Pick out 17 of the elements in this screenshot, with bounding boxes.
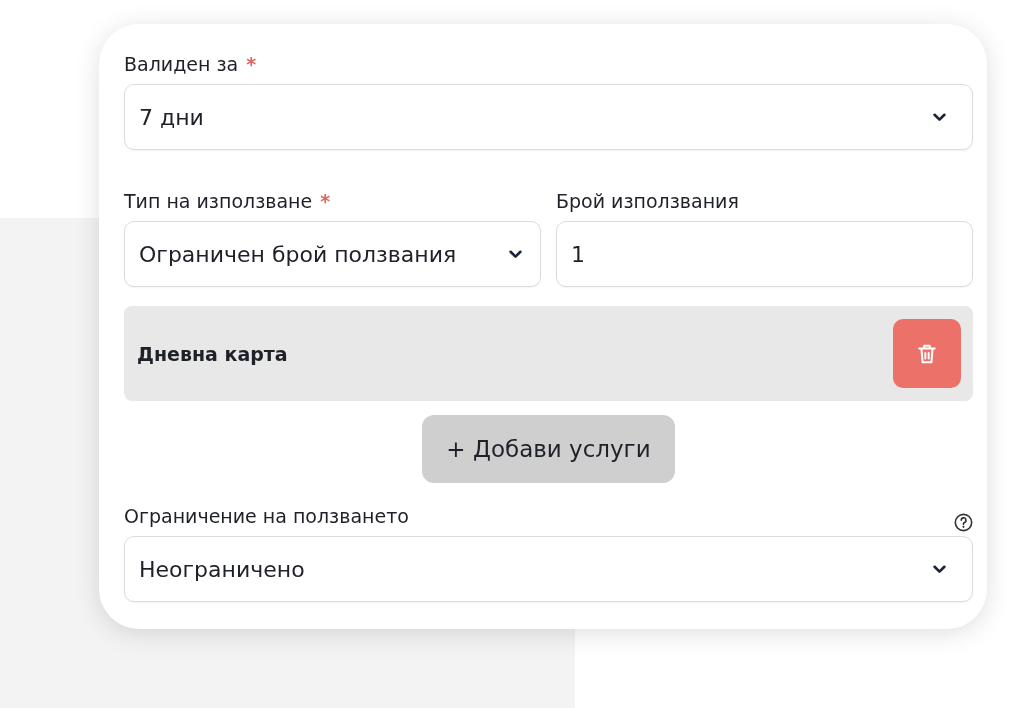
required-mark: * <box>320 189 331 213</box>
chevron-down-icon <box>933 112 946 122</box>
field-label: Тип на използване <box>124 189 313 213</box>
number-input[interactable]: 1 <box>556 221 973 287</box>
service-name: Дневна карта <box>137 342 288 365</box>
field-label: Брой използвания <box>556 189 739 213</box>
select-field[interactable]: Ограничен брой ползвания <box>124 221 541 287</box>
help-icon[interactable] <box>954 513 973 532</box>
field-label: Валиден за <box>124 52 239 76</box>
field-label: Ограничение на ползването <box>124 504 409 528</box>
required-mark: * <box>246 52 257 76</box>
select-field[interactable]: 7 дни <box>124 84 973 150</box>
trash-icon <box>918 343 936 364</box>
add-services-button[interactable]: + Добави услуги <box>422 415 675 483</box>
chevron-down-icon <box>509 249 522 259</box>
select-field[interactable]: Неограничено <box>124 536 973 602</box>
chevron-down-icon <box>933 564 946 574</box>
